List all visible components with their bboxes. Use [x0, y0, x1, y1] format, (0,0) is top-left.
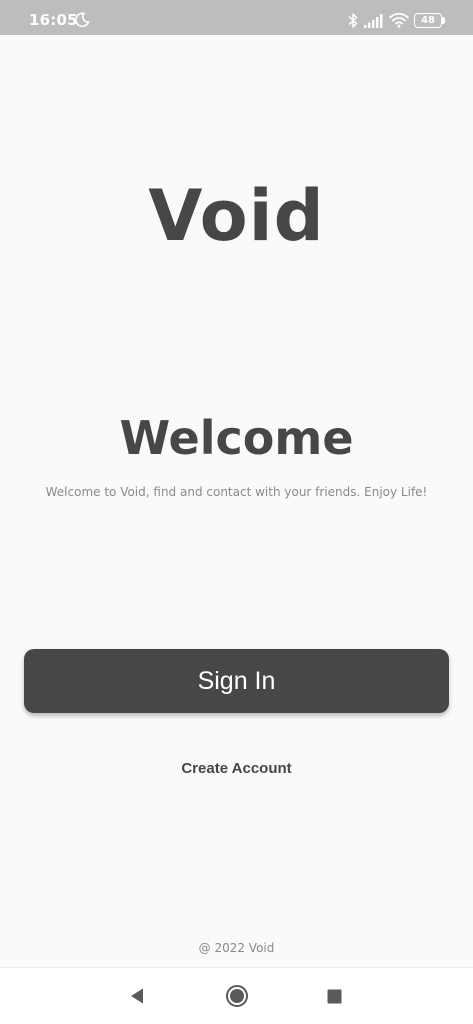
recents-icon[interactable] — [327, 989, 342, 1004]
moon-icon — [75, 12, 90, 28]
welcome-heading: Welcome — [119, 411, 354, 465]
welcome-subtitle: Welcome to Void, find and contact with y… — [45, 485, 428, 499]
home-icon[interactable] — [225, 984, 249, 1008]
nav-bar — [0, 967, 473, 1024]
status-time: 16:05 — [29, 11, 78, 29]
screen: 16:05 48 Void Welcome Welcome to Void, f… — [0, 0, 473, 1024]
battery-level: 48 — [421, 15, 435, 26]
wifi-icon — [389, 12, 409, 28]
status-bar: 16:05 48 — [0, 0, 473, 35]
sign-in-button[interactable]: Sign In — [24, 649, 449, 713]
create-account-link[interactable]: Create Account — [181, 760, 291, 777]
battery-icon: 48 — [414, 13, 446, 29]
create-account-container: Create Account — [0, 760, 473, 777]
bluetooth-icon — [348, 13, 358, 28]
signal-icon — [364, 14, 383, 28]
footer-copyright: @ 2022 Void — [198, 941, 275, 955]
app-logo: Void — [148, 175, 325, 257]
back-icon[interactable] — [129, 987, 145, 1005]
sign-in-label: Sign In — [197, 666, 276, 695]
